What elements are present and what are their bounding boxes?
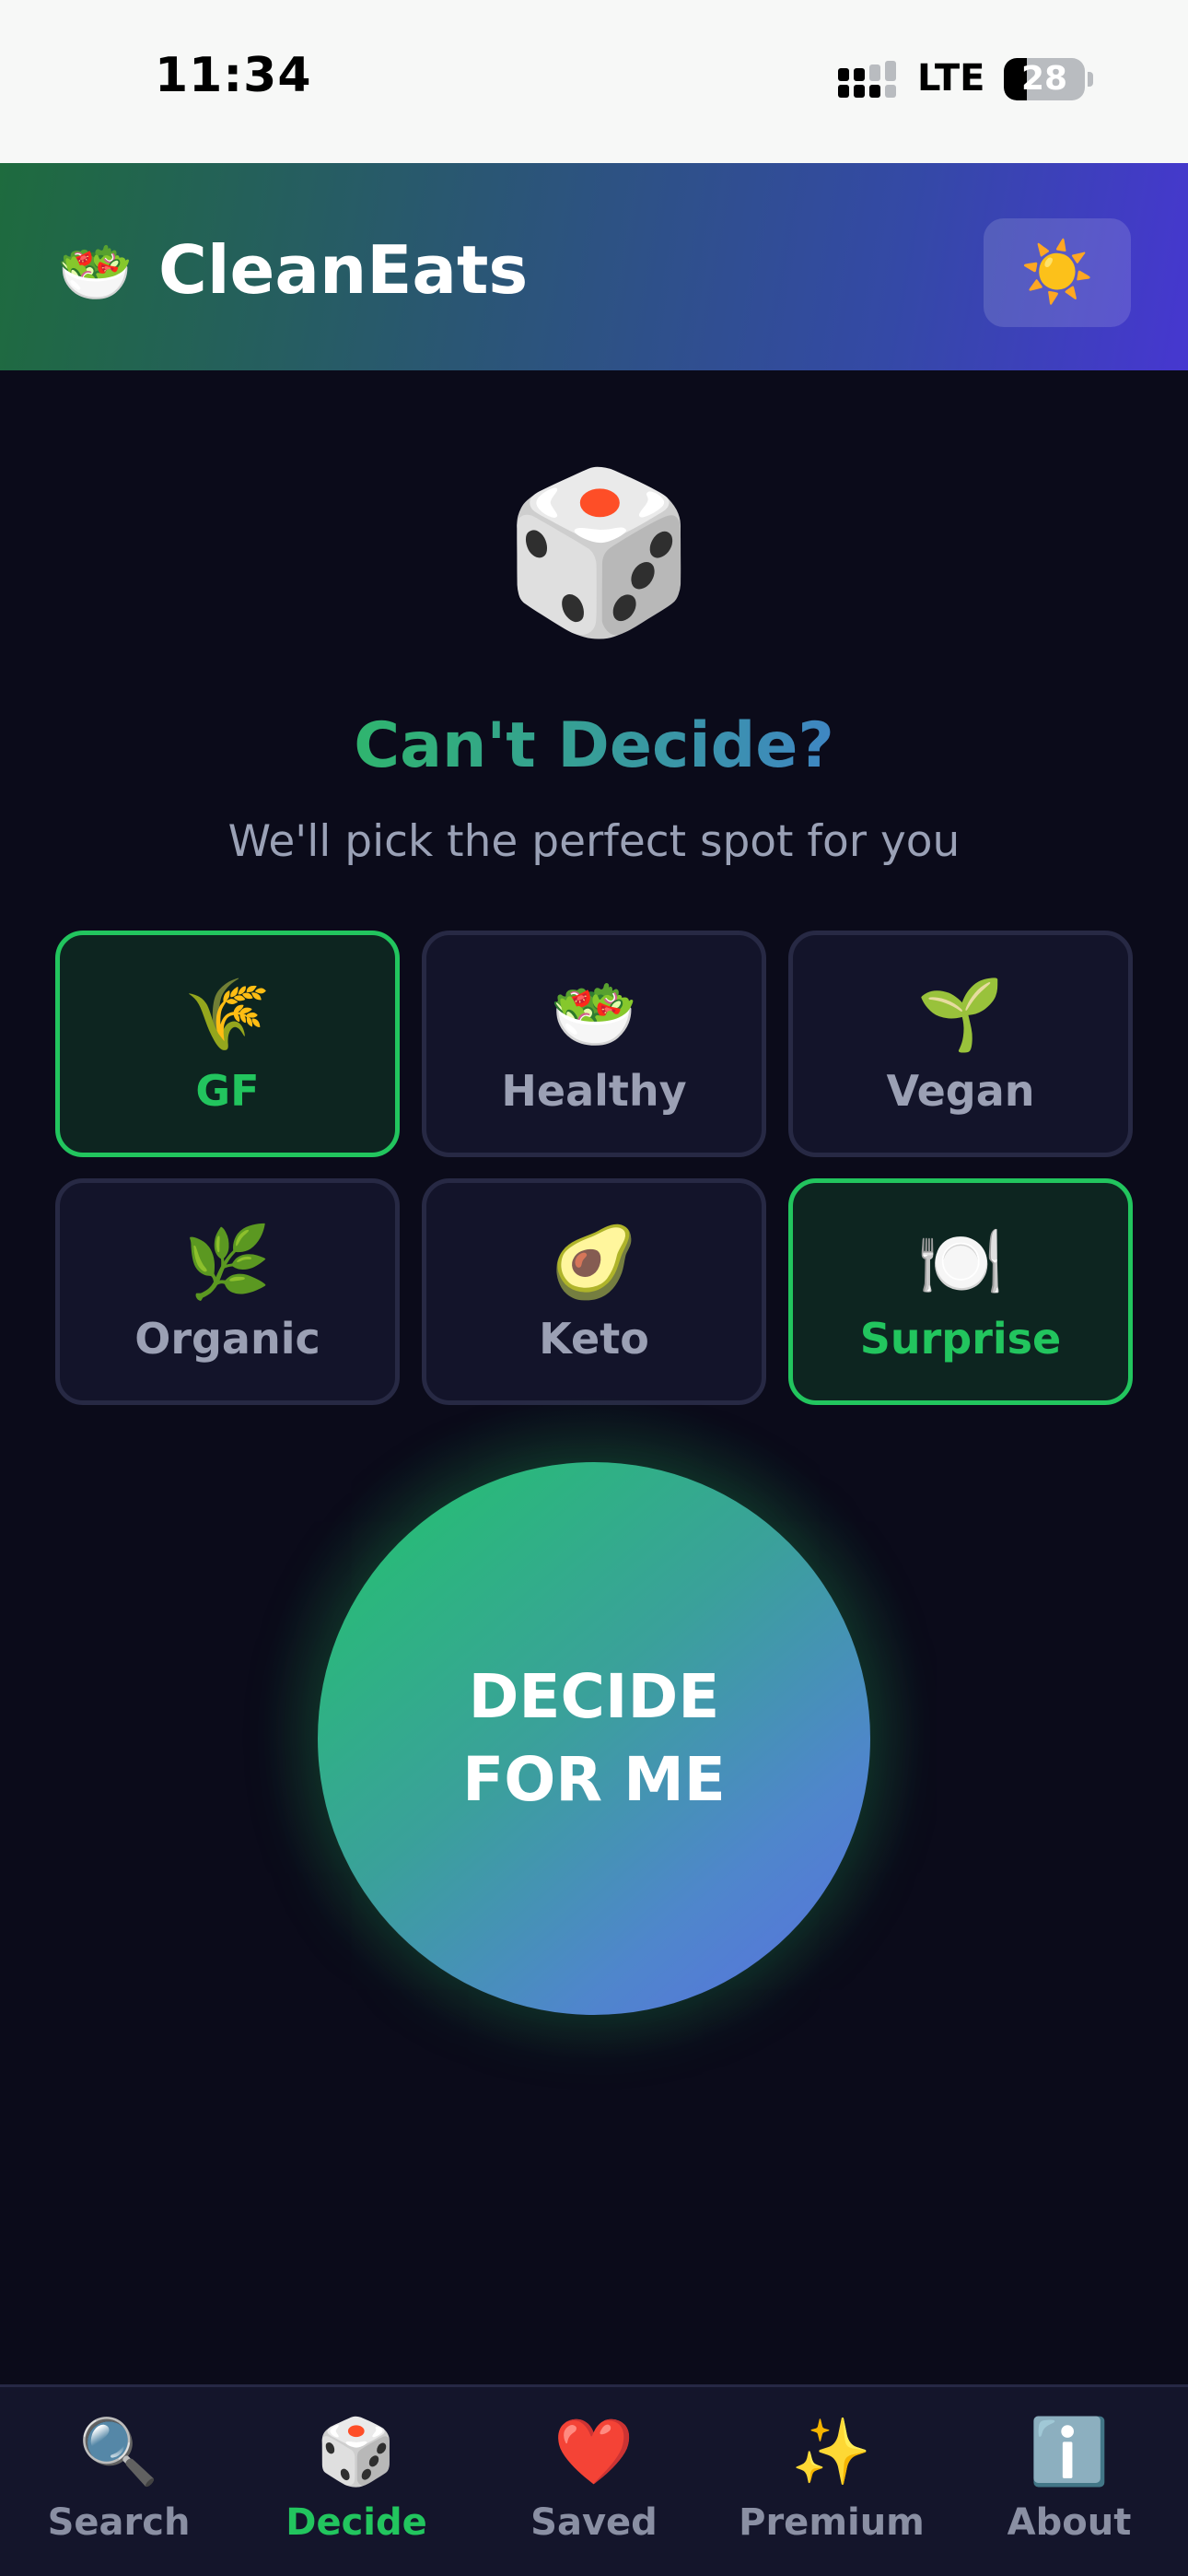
dice-icon: 🎲 [502, 462, 697, 644]
info-icon: ℹ️ [1029, 2414, 1110, 2489]
category-card-keto[interactable]: 🥑 Keto [422, 1178, 766, 1405]
theme-toggle-button[interactable]: ☀️ [984, 218, 1131, 327]
decide-line-1: DECIDE [468, 1661, 720, 1732]
status-bar: 11:34 LTE 28 [0, 0, 1188, 163]
battery-icon: 28 [1004, 58, 1085, 100]
avocado-icon: 🥑 [550, 1221, 638, 1303]
app-title: CleanEats [158, 231, 529, 309]
herb-icon: 🌿 [183, 1221, 272, 1303]
battery-tip [1088, 72, 1093, 87]
tab-label: About [1007, 2501, 1132, 2544]
salad-logo-icon: 🥗 [57, 237, 134, 308]
category-label: Keto [539, 1314, 649, 1364]
category-label: Organic [134, 1314, 320, 1364]
page-headline: Can't Decide? [0, 709, 1188, 782]
seedling-icon: 🌱 [916, 973, 1005, 1055]
bottom-tab-bar: 🔍 Search 🎲 Decide ❤️ Saved ✨ Premium ℹ️ … [0, 2384, 1188, 2576]
page-subheadline: We'll pick the perfect spot for you [227, 816, 961, 867]
category-grid: 🌾 GF 🥗 Healthy 🌱 Vegan 🌿 Organic 🥑 Keto … [55, 931, 1133, 1405]
headline-text: Can't Decide? [354, 709, 834, 782]
category-label: Surprise [859, 1314, 1062, 1364]
decide-line-2: FOR ME [462, 1744, 726, 1815]
category-card-gf[interactable]: 🌾 GF [55, 931, 400, 1157]
tab-premium[interactable]: ✨ Premium [713, 2387, 950, 2576]
category-card-organic[interactable]: 🌿 Organic [55, 1178, 400, 1405]
tab-decide[interactable]: 🎲 Decide [238, 2387, 475, 2576]
category-label: Vegan [886, 1066, 1035, 1116]
search-icon: 🔍 [78, 2414, 159, 2489]
salad-icon: 🥗 [550, 973, 638, 1055]
heart-icon: ❤️ [553, 2414, 635, 2489]
rice-icon: 🌾 [183, 973, 272, 1055]
dice-icon: 🎲 [316, 2414, 397, 2489]
status-time: 11:34 [155, 48, 312, 103]
sparkles-icon: ✨ [791, 2414, 872, 2489]
tab-label: Saved [530, 2501, 658, 2544]
plate-icon: 🍽️ [916, 1221, 1005, 1303]
screen: 11:34 LTE 28 🥗 CleanEats ☀️ 🎲 Can't Deci… [0, 0, 1188, 2576]
category-card-vegan[interactable]: 🌱 Vegan [788, 931, 1133, 1157]
tab-label: Search [47, 2501, 191, 2544]
sun-icon: ☀️ [1020, 239, 1094, 307]
tab-label: Decide [285, 2501, 427, 2544]
battery-percent: 28 [1020, 60, 1068, 98]
decide-for-me-button[interactable]: DECIDE FOR ME [318, 1462, 870, 2015]
tab-saved[interactable]: ❤️ Saved [475, 2387, 713, 2576]
tab-label: Premium [739, 2501, 925, 2544]
signal-icon [838, 61, 896, 98]
network-type: LTE [917, 57, 985, 100]
category-card-healthy[interactable]: 🥗 Healthy [422, 931, 766, 1157]
app-header: 🥗 CleanEats ☀️ [0, 163, 1188, 370]
category-label: Healthy [501, 1066, 687, 1116]
tab-about[interactable]: ℹ️ About [950, 2387, 1188, 2576]
decide-button-label: DECIDE FOR ME [318, 1656, 870, 1821]
category-card-surprise[interactable]: 🍽️ Surprise [788, 1178, 1133, 1405]
tab-search[interactable]: 🔍 Search [0, 2387, 238, 2576]
category-label: GF [195, 1066, 260, 1116]
